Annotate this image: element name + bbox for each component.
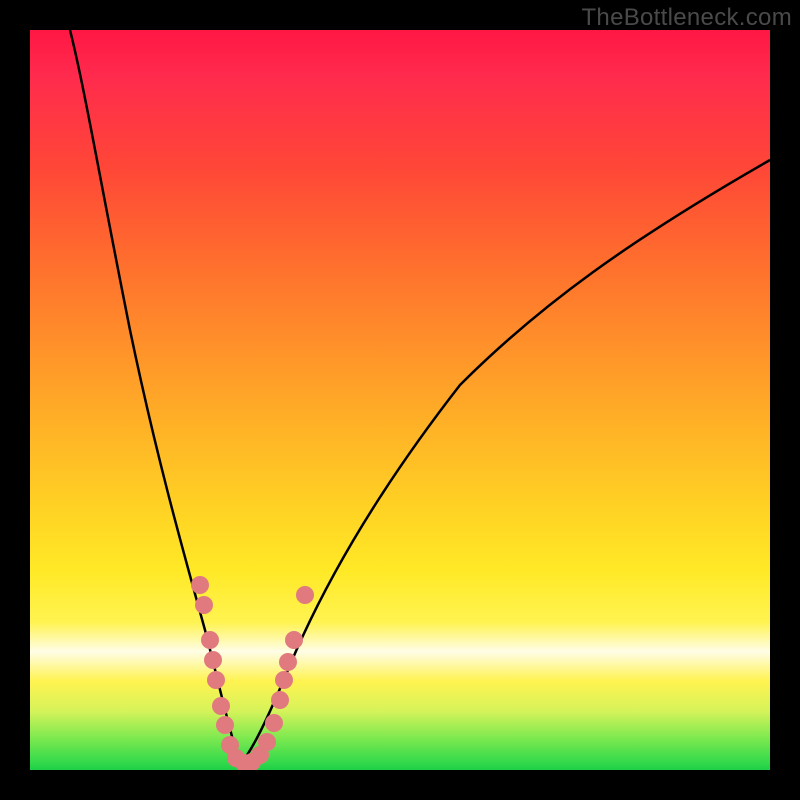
curve-right-path <box>240 160 770 765</box>
plot-area <box>30 30 770 770</box>
scatter-point <box>195 596 213 614</box>
scatter-point <box>265 714 283 732</box>
scatter-point <box>204 651 222 669</box>
scatter-point <box>285 631 303 649</box>
scatter-point <box>212 697 230 715</box>
scatter-point <box>296 586 314 604</box>
scatter-point <box>207 671 225 689</box>
scatter-point <box>279 653 297 671</box>
chart-frame: TheBottleneck.com <box>0 0 800 800</box>
chart-svg <box>30 30 770 770</box>
scatter-markers <box>191 576 314 770</box>
scatter-point <box>258 733 276 751</box>
watermark-text: TheBottleneck.com <box>581 4 792 32</box>
scatter-point <box>216 716 234 734</box>
scatter-point <box>201 631 219 649</box>
scatter-point <box>275 671 293 689</box>
scatter-point <box>191 576 209 594</box>
scatter-point <box>271 691 289 709</box>
